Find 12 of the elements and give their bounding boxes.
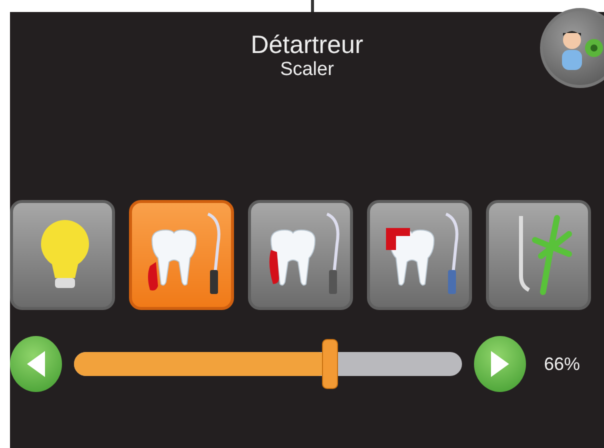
mode-title: Détartreur bbox=[250, 32, 364, 60]
power-reading: 66% bbox=[544, 352, 580, 376]
left-arrow-icon bbox=[25, 349, 47, 380]
mode-tile[interactable] bbox=[129, 200, 234, 310]
mode-subtitle: Scaler bbox=[279, 60, 335, 80]
mode-tile[interactable] bbox=[248, 200, 353, 310]
slider-thumb[interactable] bbox=[322, 339, 338, 390]
right-arrow-icon bbox=[489, 349, 511, 380]
mode-tile[interactable] bbox=[486, 200, 591, 310]
mode-tile[interactable] bbox=[10, 200, 115, 310]
profile-button[interactable] bbox=[540, 8, 604, 88]
mode-tile[interactable] bbox=[367, 200, 472, 310]
